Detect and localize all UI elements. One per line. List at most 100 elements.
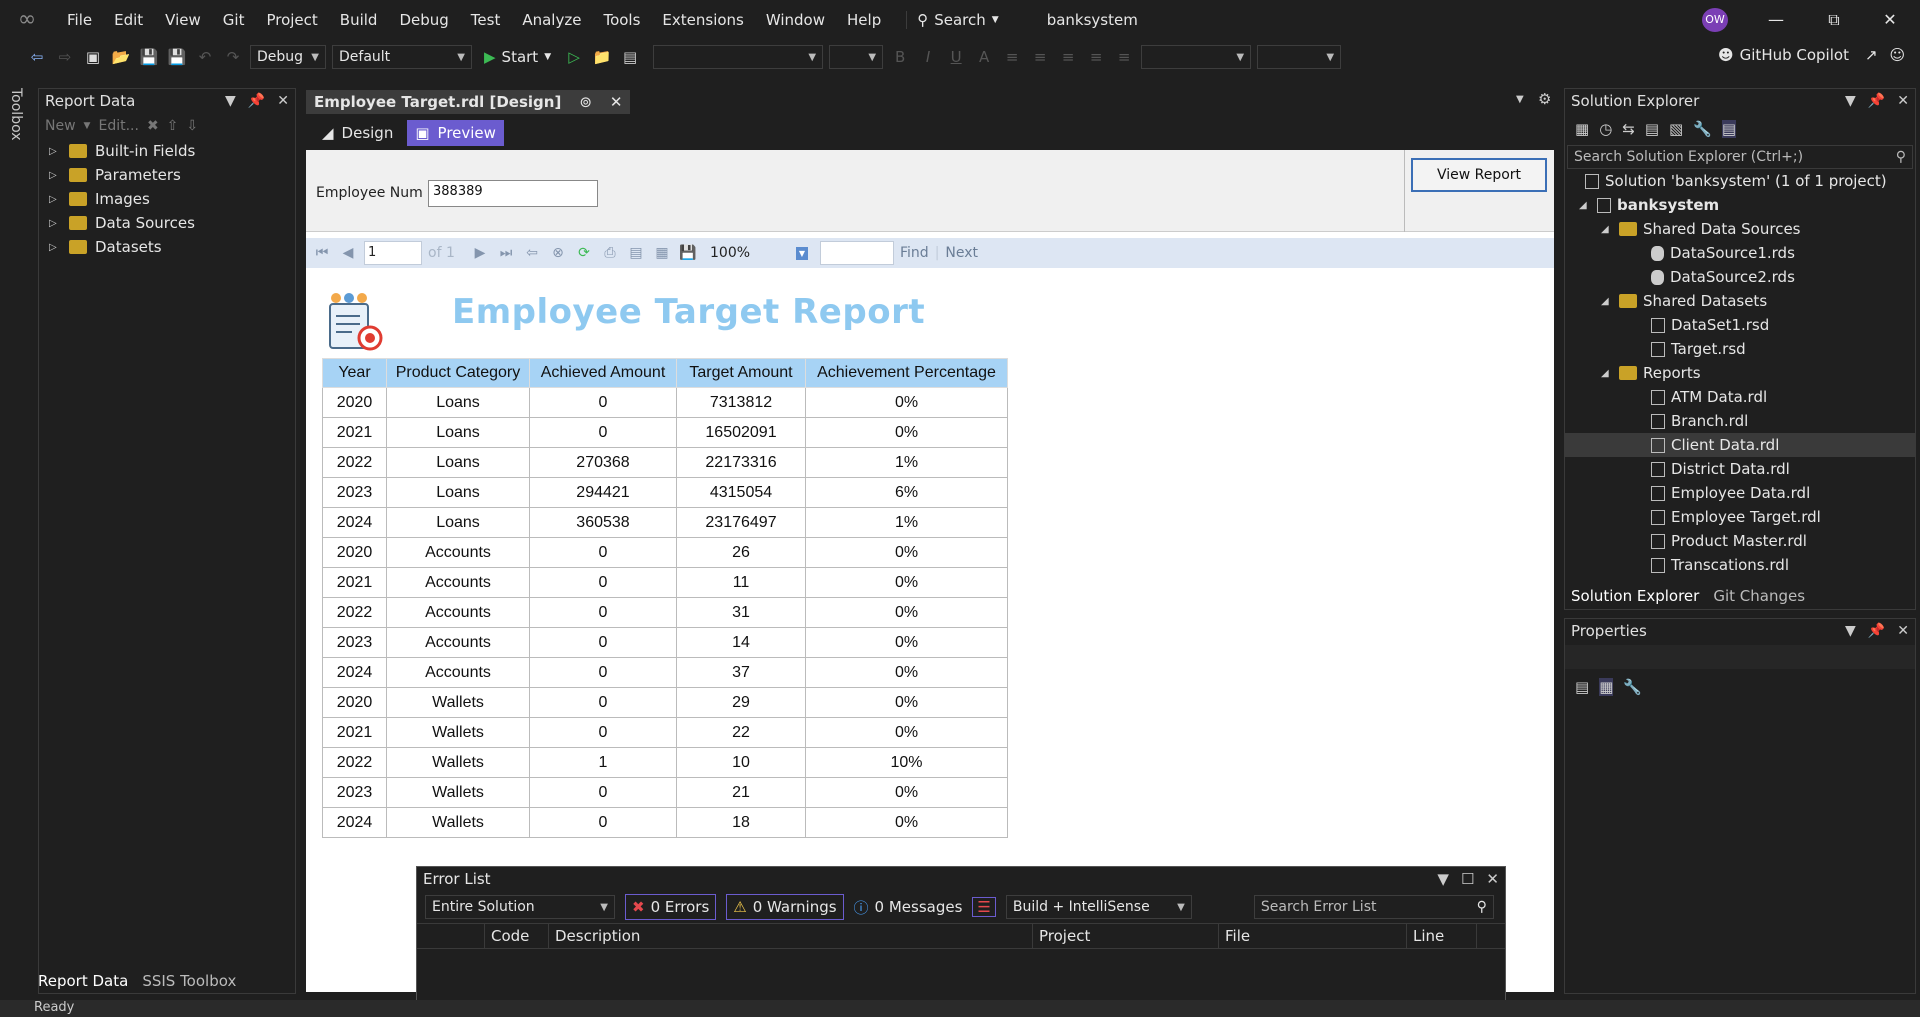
menu-analyze[interactable]: Analyze	[511, 0, 592, 40]
italic-icon[interactable]: I	[917, 46, 939, 68]
document-tab[interactable]: Employee Target.rdl [Design] ⊚ ✕	[306, 90, 631, 114]
align-center-icon[interactable]: ≡	[1029, 46, 1051, 68]
start-button[interactable]: ▶ Start ▼	[478, 48, 557, 66]
file-item[interactable]: Branch.rdl	[1565, 409, 1915, 433]
chevron-down-icon[interactable]: ▼	[84, 121, 91, 131]
save-icon[interactable]: 💾	[138, 46, 160, 68]
configuration-select[interactable]: Debug ▼	[250, 45, 326, 69]
properties-wrench-icon[interactable]: 🔧	[1693, 120, 1712, 138]
menu-test[interactable]: Test	[460, 0, 512, 40]
close-icon[interactable]: ✕	[1486, 870, 1499, 888]
next-page-icon[interactable]: ▶	[470, 245, 490, 261]
tree-item-built-in-fields[interactable]: ▷ Built-in Fields	[39, 139, 295, 163]
back-to-parent-icon[interactable]: ⇦	[522, 245, 542, 261]
errors-filter-button[interactable]: ✖ 0 Errors	[625, 894, 717, 920]
tree-item-data-sources[interactable]: ▷ Data Sources	[39, 211, 295, 235]
error-search-input[interactable]: Search Error List ⚲	[1253, 895, 1494, 919]
export-icon[interactable]: 💾	[678, 245, 698, 261]
font-select[interactable]: ▼	[653, 45, 824, 69]
column-project[interactable]: Project	[1033, 923, 1219, 949]
chevron-down-icon[interactable]: ▼	[225, 93, 236, 109]
history-icon[interactable]: ◷	[1599, 120, 1612, 138]
pin-icon[interactable]: 📌	[1868, 623, 1885, 639]
close-icon[interactable]: ✕	[1897, 93, 1909, 109]
view-report-button[interactable]: View Report	[1411, 158, 1547, 192]
move-up-icon[interactable]: ⇧	[167, 118, 179, 134]
new-project-icon[interactable]: ▣	[82, 46, 104, 68]
github-copilot-button[interactable]: ☻ GitHub Copilot ↗ ☺	[1718, 46, 1905, 64]
switch-views-icon[interactable]: ▦	[1575, 120, 1589, 138]
file-item[interactable]: DataSource2.rds	[1565, 265, 1915, 289]
close-icon[interactable]: ✕	[277, 93, 289, 109]
back-icon[interactable]: ⇦	[26, 46, 48, 68]
build-source-select[interactable]: Build + IntelliSense ▼	[1005, 895, 1192, 919]
first-page-icon[interactable]: ⏮	[312, 245, 332, 261]
stop-icon[interactable]: ⊗	[548, 245, 568, 261]
refresh-icon[interactable]: ⟳	[574, 245, 594, 261]
preview-selected-icon[interactable]: ▤	[1721, 120, 1737, 138]
file-item[interactable]: Target.rsd	[1565, 337, 1915, 361]
underline-icon[interactable]: U	[945, 46, 967, 68]
undo-icon[interactable]: ↶	[194, 46, 216, 68]
find-input[interactable]	[820, 241, 894, 265]
open-folder-icon[interactable]: 📂	[110, 46, 132, 68]
tab-solution-explorer[interactable]: Solution Explorer	[1571, 587, 1699, 605]
warnings-filter-button[interactable]: ⚠ 0 Warnings	[726, 894, 844, 920]
menu-help[interactable]: Help	[836, 0, 892, 40]
column-file[interactable]: File	[1219, 923, 1407, 949]
solution-search-input[interactable]: Search Solution Explorer (Ctrl+;) ⚲	[1567, 145, 1913, 169]
menu-project[interactable]: Project	[255, 0, 328, 40]
print-icon[interactable]: ⎙	[600, 245, 620, 261]
solution-node[interactable]: Solution 'banksystem' (1 of 1 project)	[1565, 169, 1915, 193]
layout-icon[interactable]: ▤	[619, 46, 641, 68]
show-all-files-icon[interactable]: ▧	[1669, 120, 1683, 138]
close-icon[interactable]: ✕	[1897, 623, 1909, 639]
employee-num-input[interactable]: 388389	[428, 180, 598, 207]
bold-icon[interactable]: B	[889, 46, 911, 68]
style-select[interactable]: ▼	[1141, 45, 1252, 69]
chevron-down-icon[interactable]: ▼	[1437, 870, 1449, 888]
property-pages-icon[interactable]: 🔧	[1623, 678, 1642, 696]
file-item[interactable]: Product Master.rdl	[1565, 529, 1915, 553]
categorized-icon[interactable]: ▤	[1575, 678, 1589, 696]
delete-icon[interactable]: ✖	[147, 118, 159, 134]
toolbox-tab[interactable]: Toolbox	[8, 88, 24, 141]
search-button[interactable]: ⚲ Search ▼	[906, 11, 1008, 29]
forward-icon[interactable]: ⇨	[54, 46, 76, 68]
file-item[interactable]: ATM Data.rdl	[1565, 385, 1915, 409]
folder-reports[interactable]: ◢ Reports	[1565, 361, 1915, 385]
project-node[interactable]: ◢ banksystem	[1565, 193, 1915, 217]
settings-gear-icon[interactable]: ⚙	[1538, 90, 1551, 108]
minimize-button[interactable]: —	[1752, 0, 1800, 40]
collapse-all-icon[interactable]: ▤	[1645, 120, 1659, 138]
restore-button[interactable]: ⧉	[1810, 0, 1858, 40]
menu-debug[interactable]: Debug	[388, 0, 459, 40]
file-item[interactable]: Transcations.rdl	[1565, 553, 1915, 577]
tree-item-datasets[interactable]: ▷ Datasets	[39, 235, 295, 259]
avatar[interactable]: OW	[1702, 8, 1728, 32]
maximize-icon[interactable]: ☐	[1461, 870, 1474, 888]
font-size-select[interactable]: ▼	[829, 45, 884, 69]
font-color-icon[interactable]: A	[973, 46, 995, 68]
new-button[interactable]: New	[45, 118, 76, 134]
menu-extensions[interactable]: Extensions	[651, 0, 754, 40]
last-page-icon[interactable]: ⏭	[496, 245, 516, 261]
tab-preview[interactable]: ▣ Preview	[407, 120, 504, 146]
page-setup-icon[interactable]: ▦	[652, 245, 672, 261]
folder-icon[interactable]: 📁	[591, 46, 613, 68]
align-right-icon[interactable]: ≡	[1057, 46, 1079, 68]
pin-icon[interactable]: 📌	[248, 93, 265, 109]
save-all-icon[interactable]: 💾	[166, 46, 188, 68]
scope-select[interactable]: Entire Solution ▼	[425, 895, 615, 919]
chevron-down-icon[interactable]: ▼	[1845, 623, 1856, 639]
size-select[interactable]: ▼	[1257, 45, 1342, 69]
menu-window[interactable]: Window	[755, 0, 836, 40]
tab-git-changes[interactable]: Git Changes	[1713, 587, 1805, 605]
folder-shared-data-sources[interactable]: ◢ Shared Data Sources	[1565, 217, 1915, 241]
indent-icon[interactable]: ≡	[1113, 46, 1135, 68]
file-item[interactable]: Client Data.rdl	[1565, 433, 1915, 457]
previous-page-icon[interactable]: ◀	[338, 245, 358, 261]
visual-studio-logo-icon[interactable]: ∞	[12, 5, 42, 35]
page-number-input[interactable]: 1	[364, 241, 422, 265]
pin-icon[interactable]: ⊚	[579, 93, 592, 111]
